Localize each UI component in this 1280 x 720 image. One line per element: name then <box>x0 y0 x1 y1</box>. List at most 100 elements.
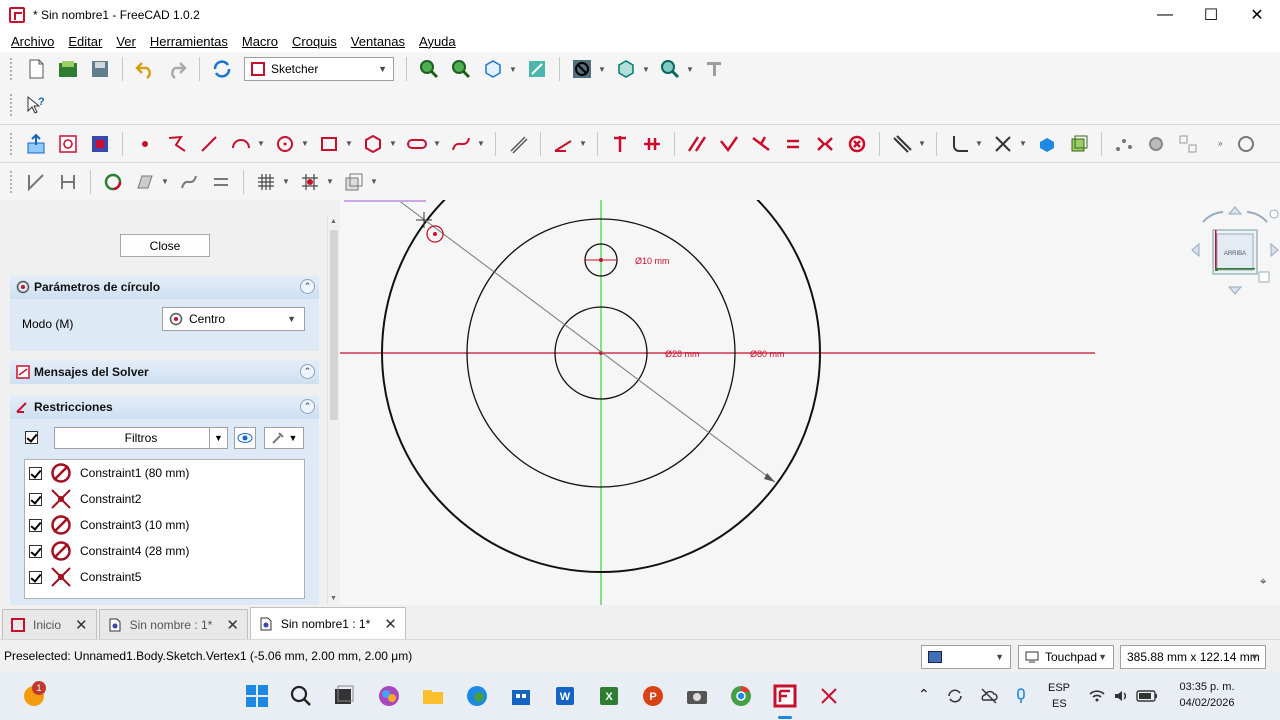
array-button[interactable] <box>1174 130 1202 158</box>
network-off-tray-button[interactable] <box>978 682 1000 710</box>
create-slot-button[interactable] <box>403 130 431 158</box>
chevron-down-icon[interactable]: ▼ <box>389 139 397 148</box>
bspline-join-button[interactable] <box>207 168 235 196</box>
constrain-perpendicular-button[interactable] <box>715 130 743 158</box>
chrome-button[interactable] <box>727 682 755 710</box>
excel-button[interactable]: X <box>595 682 623 710</box>
constraint-settings-button[interactable]: ▼ <box>264 427 304 449</box>
toggle-driving-button[interactable] <box>888 130 916 158</box>
menu-ventanas[interactable]: Ventanas <box>344 34 412 49</box>
solver-messages-header[interactable]: Mensajes del Solver ⌃ <box>10 360 319 384</box>
chevron-down-icon[interactable]: ▼ <box>975 139 983 148</box>
scroll-down-icon[interactable]: ▼ <box>330 595 337 602</box>
navigation-cube[interactable]: ARRIBA <box>1191 206 1279 295</box>
list-item[interactable]: Constraint1 (80 mm) <box>25 460 304 486</box>
select-constraints-button[interactable] <box>1110 130 1138 158</box>
constrain-tangent-button[interactable] <box>747 130 775 158</box>
bspline-comb-button[interactable] <box>99 168 127 196</box>
visibility-button[interactable] <box>234 427 256 449</box>
freecad-taskbar-button[interactable] <box>771 682 799 710</box>
list-item[interactable]: Constraint3 (10 mm) <box>25 512 304 538</box>
circle-params-header[interactable]: Parámetros de círculo ⌃ <box>10 275 319 299</box>
tab-inicio[interactable]: Inicio ✕ <box>2 609 97 639</box>
sketch-drawing[interactable]: Ø10 mm Ø28 mm Ø80 mm ARRIBA ⌖ <box>340 200 1280 605</box>
external-geometry-button[interactable] <box>1033 130 1061 158</box>
collapse-icon[interactable]: ⌃ <box>300 399 315 414</box>
bspline-knot-button[interactable] <box>175 168 203 196</box>
create-bspline-button[interactable] <box>447 130 475 158</box>
fillet-button[interactable] <box>945 130 973 158</box>
measure-button[interactable] <box>700 55 728 83</box>
store-button[interactable] <box>507 682 535 710</box>
inner-diameter-label[interactable]: Ø28 mm <box>665 349 700 359</box>
new-document-button[interactable] <box>22 55 50 83</box>
edge-button[interactable] <box>463 682 491 710</box>
chevron-down-icon[interactable]: ▼ <box>326 177 334 186</box>
scroll-thumb[interactable] <box>330 230 338 420</box>
gear-tool-button[interactable] <box>1142 130 1170 158</box>
copilot-button[interactable] <box>375 682 403 710</box>
word-button[interactable]: W <box>551 682 579 710</box>
carbon-copy-button[interactable] <box>1065 130 1093 158</box>
chevron-down-icon[interactable]: ▼ <box>345 139 353 148</box>
tab-sin-nombre1[interactable]: Sin nombre1 : 1* ✕ <box>249 607 406 639</box>
select-all-checkbox[interactable] <box>25 431 38 444</box>
collapse-icon[interactable]: ⌃ <box>300 364 315 379</box>
constrain-equal-button[interactable] <box>779 130 807 158</box>
input-language-top[interactable]: ESP <box>1048 682 1070 694</box>
file-explorer-button[interactable] <box>419 682 447 710</box>
chevron-down-icon[interactable]: ▼ <box>579 139 587 148</box>
chevron-down-icon[interactable]: ▼ <box>1019 139 1027 148</box>
wifi-tray-button[interactable] <box>1086 682 1108 710</box>
dimensions-select[interactable]: 385.88 mm x 122.14 mm ▼ <box>1120 645 1266 669</box>
create-rectangle-button[interactable] <box>315 130 343 158</box>
panel-scrollbar[interactable]: ▲ ▼ <box>327 216 340 604</box>
view-section-button[interactable] <box>86 130 114 158</box>
chevron-down-icon[interactable]: ▼ <box>509 65 517 74</box>
camera-button[interactable] <box>683 682 711 710</box>
create-line-button[interactable] <box>195 130 223 158</box>
close-sketch-button[interactable]: Close <box>120 234 210 257</box>
menu-macro[interactable]: Macro <box>235 34 285 49</box>
filter-select[interactable]: Filtros ▼ <box>54 427 228 449</box>
dimension-button[interactable] <box>549 130 577 158</box>
create-polyline-button[interactable] <box>163 130 191 158</box>
chevron-down-icon[interactable]: ▼ <box>301 139 309 148</box>
powerpoint-button[interactable]: P <box>639 682 667 710</box>
toolbar-overflow-icon[interactable]: » <box>1218 139 1226 148</box>
scroll-up-icon[interactable]: ▲ <box>330 218 337 225</box>
leave-sketch-button[interactable] <box>22 130 50 158</box>
chevron-down-icon[interactable]: ▼ <box>370 177 378 186</box>
trim-button[interactable] <box>989 130 1017 158</box>
grid-button[interactable] <box>252 168 280 196</box>
bspline-degree-button[interactable] <box>131 168 159 196</box>
tab-sin-nombre[interactable]: Sin nombre : 1* ✕ <box>98 609 248 639</box>
outer-diameter-label[interactable]: Ø80 mm <box>750 349 785 359</box>
constrain-block-button[interactable] <box>843 130 871 158</box>
volume-tray-button[interactable] <box>1110 682 1132 710</box>
minimize-button[interactable]: — <box>1142 0 1188 30</box>
snap-button[interactable] <box>296 168 324 196</box>
input-language-bottom[interactable]: ES <box>1052 698 1067 710</box>
menu-croquis[interactable]: Croquis <box>285 34 344 49</box>
menu-ver[interactable]: Ver <box>109 34 143 49</box>
small-diameter-label[interactable]: Ø10 mm <box>635 256 670 266</box>
sketcher-settings-button[interactable] <box>1232 130 1260 158</box>
battery-tray-button[interactable] <box>1134 682 1160 710</box>
redo-button[interactable] <box>163 55 191 83</box>
constraint-checkbox[interactable] <box>29 544 42 558</box>
chevron-down-icon[interactable]: ▼ <box>433 139 441 148</box>
close-tab-icon[interactable]: ✕ <box>226 616 239 634</box>
workbench-selector[interactable]: Sketcher ▼ <box>244 57 394 81</box>
search-button[interactable] <box>287 682 315 710</box>
fit-selection-button[interactable] <box>447 55 475 83</box>
rendering-order-button[interactable] <box>340 168 368 196</box>
mode-select[interactable]: Centro ▼ <box>162 307 305 331</box>
bounding-box-button[interactable] <box>523 55 551 83</box>
chevron-down-icon[interactable]: ▼ <box>918 139 926 148</box>
create-arc-button[interactable] <box>227 130 255 158</box>
chevron-down-icon[interactable]: ▼ <box>257 139 265 148</box>
whats-this-button[interactable]: ? <box>22 91 50 119</box>
constrain-vertical-button[interactable] <box>606 130 634 158</box>
menu-archivo[interactable]: Archivo <box>4 34 61 49</box>
